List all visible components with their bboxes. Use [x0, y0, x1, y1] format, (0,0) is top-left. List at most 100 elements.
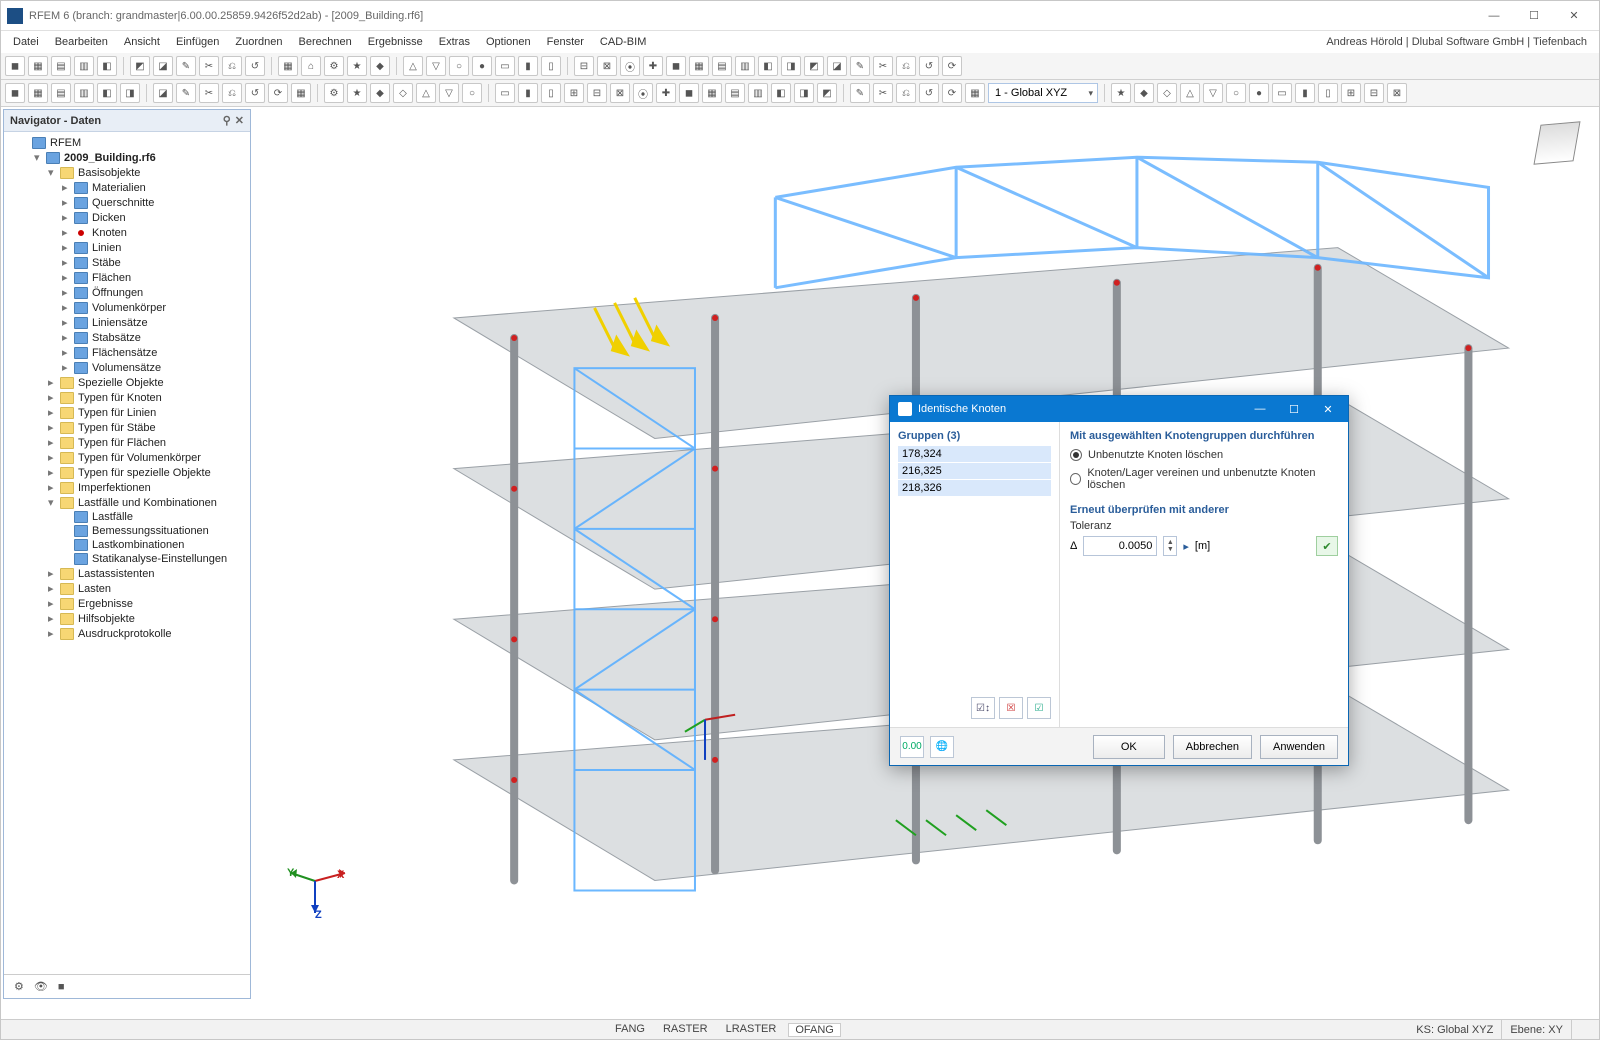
toolbar-button[interactable]: ◧	[97, 83, 117, 103]
toolbar-button[interactable]: ◧	[758, 56, 778, 76]
toolbar-button[interactable]: ▮	[518, 83, 538, 103]
snap-ofang[interactable]: OFANG	[788, 1023, 841, 1037]
navigator-tree[interactable]: RFEM ▾2009_Building.rf6 ▾Basisobjekte ▸M…	[4, 132, 250, 974]
dialog-titlebar[interactable]: Identische Knoten — ☐ ✕	[890, 396, 1348, 422]
toolbar-button[interactable]: ▦	[28, 83, 48, 103]
toolbar-button[interactable]: ✚	[643, 56, 663, 76]
toolbar-button[interactable]: ◼	[679, 83, 699, 103]
toolbar-button[interactable]: ▥	[748, 83, 768, 103]
tolerance-input[interactable]	[1083, 536, 1157, 556]
tree-item[interactable]: Liniensätze	[92, 317, 148, 329]
toolbar-button[interactable]: ✎	[176, 56, 196, 76]
toolbar-button[interactable]: ✎	[850, 83, 870, 103]
tree-item[interactable]: Materialien	[92, 182, 146, 194]
toolbar-button[interactable]: ▥	[74, 56, 94, 76]
toolbar-button[interactable]: ✂	[199, 56, 219, 76]
toolbar-button[interactable]: ○	[462, 83, 482, 103]
group-row[interactable]: 216,325	[898, 463, 1051, 480]
tree-item[interactable]: Stäbe	[92, 257, 121, 269]
dialog-minimize-button[interactable]: —	[1248, 403, 1272, 416]
menu-cad-bim[interactable]: CAD-BIM	[592, 33, 654, 51]
toolbar-button[interactable]: ▯	[1318, 83, 1338, 103]
toolbar-button[interactable]: ◼	[5, 83, 25, 103]
toolbar-button[interactable]: ⊟	[587, 83, 607, 103]
close-button[interactable]: ✕	[1555, 5, 1593, 27]
tree-item[interactable]: Ergebnisse	[78, 598, 133, 610]
tree-item[interactable]: Lasten	[78, 583, 111, 595]
radio-merge-nodes[interactable]: Knoten/Lager vereinen und unbenutzte Kno…	[1070, 464, 1338, 494]
apply-button[interactable]: Anwenden	[1260, 735, 1338, 759]
toolbar-button[interactable]: ◆	[1134, 83, 1154, 103]
tree-item[interactable]: Lastfälle	[92, 511, 133, 523]
tree-item[interactable]: Spezielle Objekte	[78, 377, 164, 389]
toolbar-button[interactable]: ▯	[541, 83, 561, 103]
menu-datei[interactable]: Datei	[5, 33, 47, 51]
toolbar-button[interactable]: ▤	[51, 83, 71, 103]
toolbar-button[interactable]: ●	[1249, 83, 1269, 103]
tree-item[interactable]: Typen für Volumenkörper	[78, 452, 201, 464]
toolbar-button[interactable]: ▦	[702, 83, 722, 103]
check-button[interactable]: ☑	[1027, 697, 1051, 719]
toolbar-button[interactable]: ✚	[656, 83, 676, 103]
toolbar-button[interactable]: ↺	[245, 56, 265, 76]
toolbar-button[interactable]: ▭	[1272, 83, 1292, 103]
tree-item[interactable]: Knoten	[92, 227, 127, 239]
toolbar-button[interactable]: ⦿	[620, 56, 640, 76]
toolbar-button[interactable]: ⚙	[324, 56, 344, 76]
toolbar-button[interactable]: ◼	[666, 56, 686, 76]
tree-item[interactable]: Typen für Knoten	[78, 392, 162, 404]
toolbar-button[interactable]: ▦	[291, 83, 311, 103]
tree-item[interactable]: Typen für Flächen	[78, 437, 166, 449]
toolbar-button[interactable]: ⊟	[574, 56, 594, 76]
toolbar-button[interactable]: ↺	[919, 56, 939, 76]
toolbar-button[interactable]: ↺	[245, 83, 265, 103]
snap-lraster[interactable]: LRASTER	[720, 1023, 783, 1037]
toolbar-button[interactable]: ◪	[827, 56, 847, 76]
toolbar-button[interactable]: ★	[1111, 83, 1131, 103]
help-button[interactable]: 🌐	[930, 736, 954, 758]
toolbar-button[interactable]: ✂	[873, 83, 893, 103]
menu-einfügen[interactable]: Einfügen	[168, 33, 227, 51]
toolbar-button[interactable]: ▽	[426, 56, 446, 76]
coord-system-combo[interactable]: 1 - Global XYZ	[988, 83, 1098, 103]
ok-button[interactable]: OK	[1093, 735, 1165, 759]
snap-fang[interactable]: FANG	[609, 1023, 651, 1037]
toolbar-button[interactable]: ◪	[153, 56, 173, 76]
toolbar-button[interactable]: ◼	[5, 56, 25, 76]
tree-item[interactable]: Statikanalyse-Einstellungen	[92, 553, 227, 565]
tree-item[interactable]: Ausdruckprotokolle	[78, 628, 172, 640]
toolbar-button[interactable]: ▦	[689, 56, 709, 76]
toolbar-button[interactable]: ◩	[804, 56, 824, 76]
nav-tab-settings-icon[interactable]: ⚙	[14, 980, 24, 993]
toolbar-button[interactable]: ◆	[370, 56, 390, 76]
toolbar-button[interactable]: ◆	[370, 83, 390, 103]
toolbar-button[interactable]: ⊠	[610, 83, 630, 103]
toolbar-button[interactable]: ▦	[28, 56, 48, 76]
toolbar-button[interactable]: ◨	[781, 56, 801, 76]
menu-optionen[interactable]: Optionen	[478, 33, 539, 51]
toolbar-button[interactable]: ✎	[850, 56, 870, 76]
toolbar-button[interactable]: ▦	[278, 56, 298, 76]
toolbar-button[interactable]: ◧	[771, 83, 791, 103]
toolbar-button[interactable]: △	[416, 83, 436, 103]
toolbar-button[interactable]: ⌂	[301, 56, 321, 76]
toolbar-button[interactable]: ▮	[1295, 83, 1315, 103]
toolbar-button[interactable]: △	[1180, 83, 1200, 103]
tree-item[interactable]: Dicken	[92, 212, 126, 224]
menu-ergebnisse[interactable]: Ergebnisse	[360, 33, 431, 51]
tree-item[interactable]: Hilfsobjekte	[78, 613, 135, 625]
toolbar-button[interactable]: ★	[347, 56, 367, 76]
toolbar-button[interactable]: ⎌	[222, 56, 242, 76]
tree-item[interactable]: Typen für spezielle Objekte	[78, 467, 211, 479]
tree-item[interactable]: Typen für Linien	[78, 407, 156, 419]
menu-berechnen[interactable]: Berechnen	[291, 33, 360, 51]
toolbar-button[interactable]: ⎌	[896, 56, 916, 76]
tree-item[interactable]: Volumensätze	[92, 362, 161, 374]
tree-item[interactable]: Linien	[92, 242, 121, 254]
toolbar-button[interactable]: ◨	[794, 83, 814, 103]
toolbar-button[interactable]: ◇	[393, 83, 413, 103]
toolbar-button[interactable]: ○	[449, 56, 469, 76]
tree-item[interactable]: Flächen	[92, 272, 131, 284]
toolbar-button[interactable]: ⦿	[633, 83, 653, 103]
recheck-button[interactable]: ✔	[1316, 536, 1338, 556]
